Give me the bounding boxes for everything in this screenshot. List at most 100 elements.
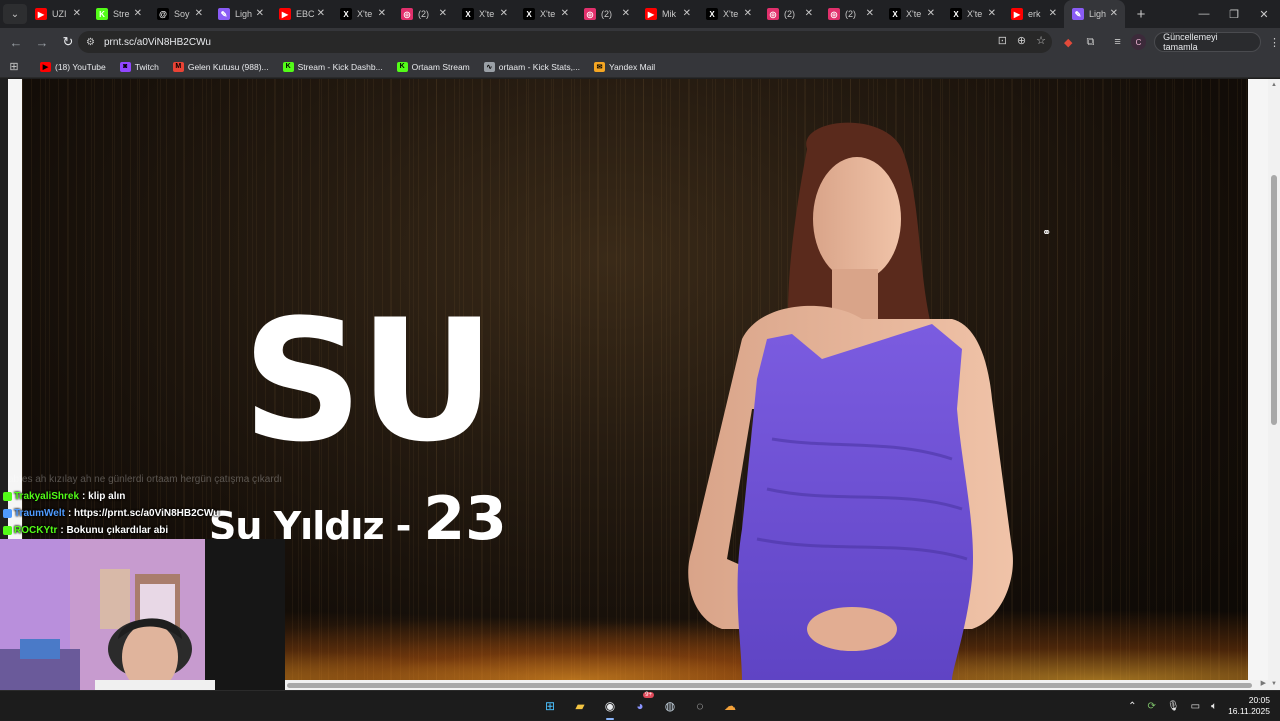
tab-close-icon[interactable]: ✕ xyxy=(1049,8,1057,19)
tab-close-icon[interactable]: ✕ xyxy=(683,8,691,19)
horizontal-scrollbar-thumb[interactable] xyxy=(287,683,1252,688)
browser-tab[interactable]: ✎ Ligh ✕ xyxy=(1064,0,1125,28)
browser-tab[interactable]: ▶ EBC ✕ xyxy=(271,0,332,28)
bookmark-item[interactable]: ∿ ortaam - Kick Stats,... xyxy=(483,61,580,72)
browser-tab[interactable]: ▶ Mik ✕ xyxy=(637,0,698,28)
browser-tab[interactable]: ◎ (2) ✕ xyxy=(393,0,454,28)
instagram-icon: ◎ xyxy=(584,8,596,20)
tab-close-icon[interactable]: ✕ xyxy=(500,8,508,19)
extension-icon[interactable]: ◆ xyxy=(1064,36,1072,49)
extensions-puzzle-icon[interactable]: ⧉ xyxy=(1086,36,1094,49)
bookmark-item[interactable]: K Stream - Kick Dashb... xyxy=(282,61,383,72)
bookmark-item[interactable]: ▶ (18) YouTube xyxy=(40,61,106,72)
display-icon[interactable]: ▭ xyxy=(1191,701,1200,712)
scrollbar-thumb[interactable] xyxy=(1271,175,1277,425)
address-bar-url[interactable]: prnt.sc/a0ViN8HB2CWu xyxy=(104,37,211,48)
browser-tab[interactable]: X X'te ✕ xyxy=(454,0,515,28)
browser-tab[interactable]: X X'te ✕ xyxy=(332,0,393,28)
browser-tab[interactable]: X X'te ✕ xyxy=(515,0,576,28)
browser-tab[interactable]: ▶ UZI ✕ xyxy=(27,0,88,28)
bookmark-item[interactable]: K Ortaam Stream xyxy=(396,61,470,72)
clock-date: 16.11.2025 xyxy=(1228,706,1270,716)
tab-close-icon[interactable]: ✕ xyxy=(866,8,874,19)
woman-figure xyxy=(688,122,1013,680)
profile-avatar[interactable]: C xyxy=(1130,34,1147,50)
browser-tab[interactable]: X X'te ✕ xyxy=(881,0,942,28)
tab-close-icon[interactable]: ✕ xyxy=(73,8,81,19)
horizontal-scrollbar[interactable]: ▶ xyxy=(285,680,1268,690)
file-explorer-icon[interactable]: ▰ xyxy=(570,696,590,716)
microphone-icon[interactable]: 🎙︎ xyxy=(1167,701,1180,712)
reading-list-icon[interactable]: ≡ xyxy=(1114,36,1120,48)
tab-search-button[interactable]: ⌄ xyxy=(3,4,27,24)
update-button[interactable]: Güncellemeyi tamamla xyxy=(1154,32,1261,52)
bookmark-label: Gelen Kutusu (988)... xyxy=(187,61,269,72)
site-info-icon[interactable]: ⚙ xyxy=(86,37,100,48)
browser-tab[interactable]: @ Soy ✕ xyxy=(149,0,210,28)
tab-close-icon[interactable]: ✕ xyxy=(1110,8,1118,19)
reload-button[interactable]: ↻ xyxy=(56,30,80,54)
chrome-icon[interactable]: ◉ xyxy=(600,696,620,720)
back-button[interactable]: ← xyxy=(4,30,28,54)
close-window-button[interactable]: ✕ xyxy=(1248,0,1280,28)
scroll-right-icon[interactable]: ▶ xyxy=(1261,679,1266,687)
volume-icon[interactable]: 🔈︎ xyxy=(1211,701,1217,712)
browser-tab[interactable]: ◎ (2) ✕ xyxy=(759,0,820,28)
tab-close-icon[interactable]: ✕ xyxy=(744,8,752,19)
new-tab-button[interactable]: + xyxy=(1131,6,1151,23)
discord-icon[interactable]: ◕ 9+ xyxy=(630,692,654,716)
contestant-number: 23 xyxy=(423,484,507,554)
browser-tab[interactable]: ▶ erk ✕ xyxy=(1003,0,1064,28)
minimize-button[interactable]: — xyxy=(1188,0,1220,28)
browser-tab[interactable]: X X'te ✕ xyxy=(942,0,1003,28)
browser-tab[interactable]: ◎ (2) ✕ xyxy=(576,0,637,28)
stream-chat-overlay: abtes ah kızılay ah ne günlerdi ortaam h… xyxy=(0,471,300,539)
tab-close-icon[interactable]: ✕ xyxy=(439,8,447,19)
scroll-up-icon[interactable]: ▲ xyxy=(1271,82,1277,88)
cloud-app-icon[interactable]: ☁ xyxy=(720,696,740,716)
browser-tab[interactable]: ✎ Ligh ✕ xyxy=(210,0,271,28)
address-bar[interactable]: ⚙ prnt.sc/a0ViN8HB2CWu ⊡ ⊕ ☆ xyxy=(78,31,1052,53)
browser-tab[interactable]: ◎ (2) ✕ xyxy=(820,0,881,28)
tab-close-icon[interactable]: ✕ xyxy=(927,8,935,19)
bookmark-label: Twitch xyxy=(134,61,159,72)
tray-chevron-icon[interactable]: ⌃ xyxy=(1128,701,1136,712)
windows-start-icon[interactable]: ⊞ xyxy=(540,696,560,716)
youtube-icon: ▶ xyxy=(279,8,291,20)
tab-close-icon[interactable]: ✕ xyxy=(195,8,203,19)
bookmark-item[interactable]: ◙ Twitch xyxy=(119,61,159,72)
vertical-scrollbar[interactable]: ▲ ▼ xyxy=(1268,79,1280,690)
tab-close-icon[interactable]: ✕ xyxy=(622,8,630,19)
restore-button[interactable]: ❐ xyxy=(1218,0,1250,28)
browser-tab[interactable]: X X'te ✕ xyxy=(698,0,759,28)
chat-message: abtes ah kızılay ah ne günlerdi ortaam h… xyxy=(0,471,300,488)
apps-grid-icon[interactable]: ⊞ xyxy=(2,60,26,73)
tab-close-icon[interactable]: ✕ xyxy=(988,8,996,19)
tab-close-icon[interactable]: ✕ xyxy=(256,8,264,19)
bookmark-label: Yandex Mail xyxy=(609,61,656,72)
bookmark-star-icon[interactable]: ☆ xyxy=(1036,34,1046,47)
sync-icon[interactable]: ⟳ xyxy=(1148,701,1156,712)
clock[interactable]: 20:05 16.11.2025 xyxy=(1228,695,1270,717)
tab-close-icon[interactable]: ✕ xyxy=(378,8,386,19)
mail-icon: ✉ xyxy=(594,61,606,72)
tab-close-icon[interactable]: ✕ xyxy=(805,8,813,19)
install-app-icon[interactable]: ⊡ xyxy=(998,34,1007,47)
bookmark-item[interactable]: M Gelen Kutusu (988)... xyxy=(172,61,269,72)
obs-icon[interactable]: ◌ xyxy=(690,696,710,716)
browser-tab[interactable]: K Stre ✕ xyxy=(88,0,149,28)
tab-strip: ⌄ ▶ UZI ✕ K Stre ✕ @ Soy ✕ ✎ Ligh ✕ ▶ EBC ✕ X X'te ✕ ◎ (2) ✕… xyxy=(0,0,1280,28)
forward-button[interactable]: → xyxy=(30,30,54,54)
tab-close-icon[interactable]: ✕ xyxy=(134,8,142,19)
clock-time: 20:05 xyxy=(1248,695,1270,705)
menu-kebab-icon[interactable]: ⋮ xyxy=(1269,36,1280,49)
bookmark-label: (18) YouTube xyxy=(55,61,106,72)
tab-close-icon[interactable]: ✕ xyxy=(317,8,325,19)
youtube-icon: ▶ xyxy=(645,8,657,20)
twitch-icon: ◙ xyxy=(119,61,131,72)
tab-close-icon[interactable]: ✕ xyxy=(561,8,569,19)
bookmark-item[interactable]: ✉ Yandex Mail xyxy=(594,61,656,72)
zoom-icon[interactable]: ⊕ xyxy=(1017,34,1026,47)
scroll-down-icon[interactable]: ▼ xyxy=(1271,681,1277,687)
steam-icon[interactable]: ◍ xyxy=(660,696,680,716)
